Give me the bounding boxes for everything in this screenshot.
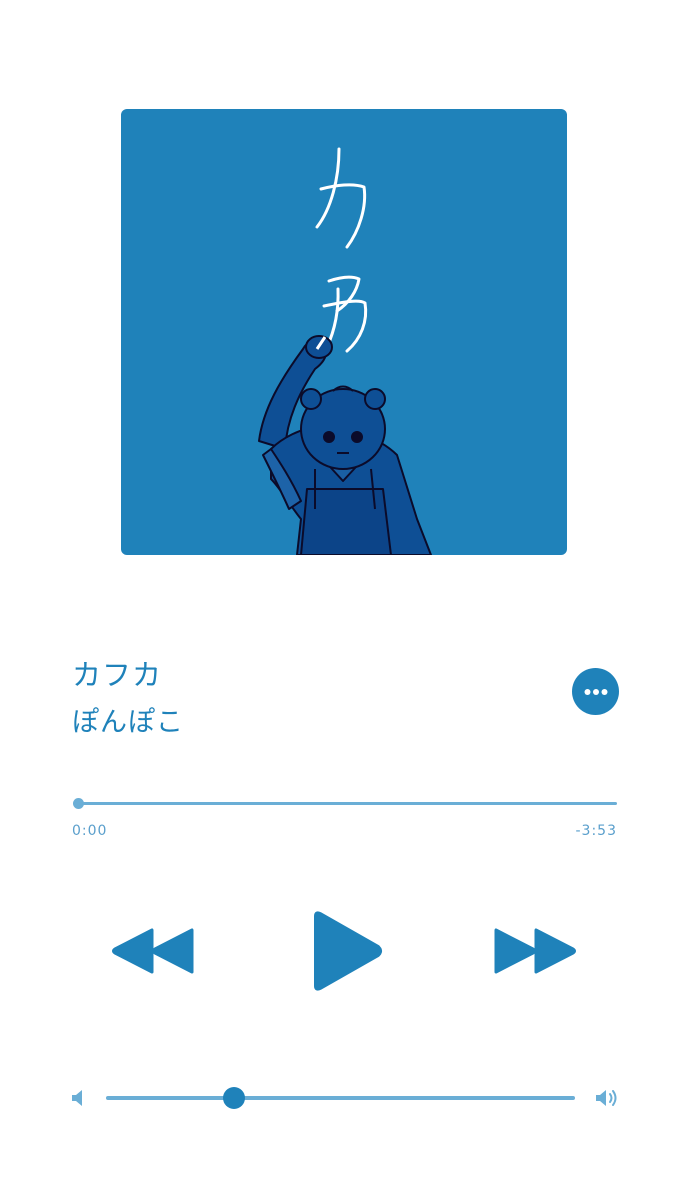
fast-forward-button[interactable] [492, 926, 576, 976]
play-icon [314, 911, 382, 991]
song-title: カフカ [72, 658, 163, 692]
more-options-button[interactable] [572, 668, 619, 715]
rewind-button[interactable] [112, 926, 196, 976]
volume-slider[interactable] [106, 1096, 575, 1100]
speaker-high-icon [594, 1086, 622, 1110]
ellipsis-icon [584, 688, 607, 695]
remaining-time: -3:53 [575, 823, 617, 839]
artwork-illustration [258, 147, 432, 555]
song-artist[interactable]: ぽんぽこ [72, 700, 184, 739]
artwork-handwritten-title [315, 147, 368, 353]
album-artwork [121, 109, 567, 555]
elapsed-time: 0:00 [72, 823, 108, 839]
artwork-character [258, 335, 432, 555]
play-button[interactable] [310, 910, 384, 992]
progress-bar[interactable] [78, 802, 617, 805]
rewind-icon [112, 928, 194, 974]
progress-scrubber[interactable] [73, 798, 84, 809]
fast-forward-icon [494, 928, 576, 974]
volume-slider-thumb[interactable] [223, 1087, 245, 1109]
speaker-low-icon [70, 1088, 86, 1108]
